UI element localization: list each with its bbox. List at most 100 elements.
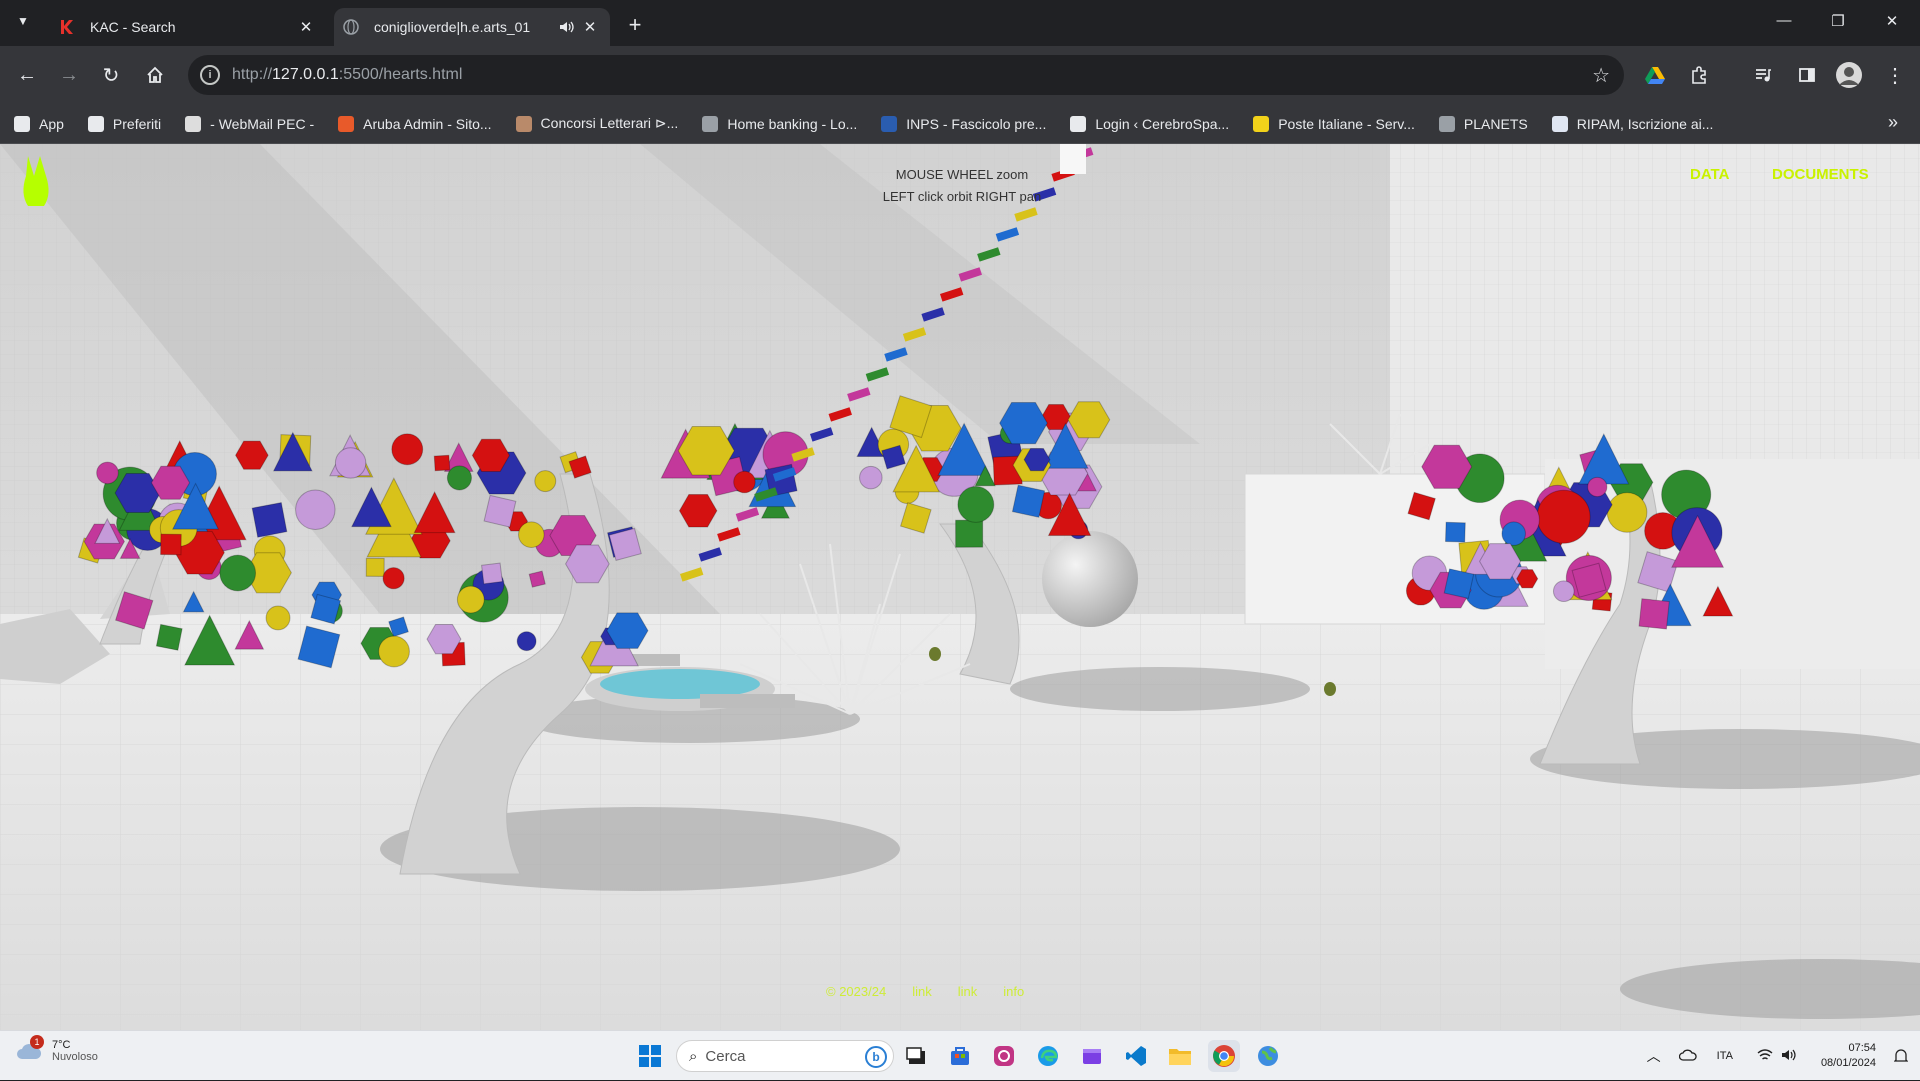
fruit-shape [955, 519, 984, 548]
bookmark-label: Login ‹ CerebroSpa... [1095, 115, 1230, 132]
help-orbit-pan: LEFT click orbit RIGHT pan [882, 189, 1042, 204]
pillar [1060, 144, 1086, 174]
file-explorer-icon[interactable] [1164, 1040, 1196, 1072]
fruit-shape [534, 470, 557, 493]
bookmark-star-icon[interactable]: ☆ [1592, 63, 1610, 88]
bookmark-item[interactable]: Poste Italiane - Serv... [1253, 115, 1415, 132]
url-text[interactable]: http://127.0.0.1:5500/hearts.html [232, 66, 462, 84]
url-scheme: http:// [232, 66, 273, 83]
url-path: :5500/hearts.html [338, 66, 463, 83]
fruit-shape [265, 605, 291, 631]
start-icon[interactable] [634, 1040, 666, 1072]
bookmark-label: Poste Italiane - Serv... [1278, 115, 1415, 132]
fruit-shape [483, 494, 517, 528]
browser-toolbar: ← → ↻ i http://127.0.0.1:5500/hearts.htm… [0, 46, 1920, 104]
wordpress-icon [1070, 115, 1087, 132]
clipchamp-icon[interactable] [1076, 1040, 1108, 1072]
close-tab-icon[interactable]: ✕ [296, 17, 316, 37]
more-bookmarks-chevron-icon[interactable]: » [1888, 112, 1898, 133]
bench [700, 694, 795, 708]
bookmark-item[interactable]: Home banking - Lo... [702, 115, 857, 132]
onedrive-cloud-icon[interactable] [1678, 1049, 1697, 1064]
bookmark-item[interactable]: PLANETS [1438, 115, 1528, 132]
tab-search-chevron-icon[interactable]: ▼ [14, 14, 32, 32]
doc-icon [1551, 115, 1568, 132]
bookmark-label: App [39, 115, 64, 132]
chrome-icon[interactable] [1208, 1040, 1240, 1072]
site-info-icon[interactable]: i [200, 65, 220, 85]
bookmark-item[interactable]: INPS - Fascicolo pre... [881, 115, 1047, 132]
bookmark-item[interactable]: - WebMail PEC - [185, 115, 314, 132]
google-drive-icon[interactable] [1640, 60, 1670, 90]
bookmark-item[interactable]: Preferiti [87, 115, 161, 132]
nav-data-link[interactable]: DATA [1690, 166, 1729, 183]
tab-kac-search[interactable]: KAC - Search ✕ [50, 8, 326, 46]
forward-arrow-icon[interactable]: → [54, 60, 84, 90]
restore-icon[interactable]: ❐ [1826, 12, 1850, 34]
footer-copyright[interactable]: © 2023/24 [826, 984, 886, 999]
cloud-icon: 1 [16, 1035, 44, 1061]
fruit-shape [382, 567, 405, 590]
fruit-shape [378, 635, 410, 668]
windows-taskbar: 1 7°C Nuvoloso ⌕ Cerca b ︿ ITA 07:54 08/… [0, 1030, 1920, 1080]
footer-link[interactable]: link [912, 984, 932, 999]
bookmark-label: PLANETS [1463, 115, 1528, 132]
webgl-scene[interactable]: MOUSE WHEEL zoom LEFT click orbit RIGHT … [0, 144, 1920, 1030]
bookmark-item[interactable]: App [14, 115, 64, 132]
clock-time: 07:54 [1848, 1042, 1876, 1054]
edge-icon[interactable] [1032, 1040, 1064, 1072]
bookmark-label: INPS - Fascicolo pre... [906, 115, 1047, 132]
speaker-icon[interactable] [556, 17, 576, 37]
bookmarks-bar: App Preferiti - WebMail PEC - Aruba Admin -… [0, 104, 1920, 144]
globe-icon [1438, 115, 1455, 132]
back-arrow-icon[interactable]: ← [12, 60, 42, 90]
weather-widget[interactable]: 1 7°C Nuvoloso [16, 1035, 98, 1063]
language-indicator[interactable]: ITA [1717, 1050, 1733, 1062]
nav-documents-link[interactable]: DOCUMENTS [1772, 166, 1869, 183]
3d-garden-render[interactable] [0, 144, 1920, 1030]
notifications-bell-icon[interactable] [1893, 1048, 1909, 1067]
page-footer-links: © 2023/24 link link info [826, 984, 1024, 999]
footer-info[interactable]: info [1003, 984, 1024, 999]
kebab-menu-icon[interactable]: ⋮ [1880, 60, 1910, 90]
clock[interactable]: 07:54 08/01/2024 [1821, 1041, 1876, 1071]
bookmark-item[interactable]: Login ‹ CerebroSpa... [1070, 115, 1230, 132]
task-view-icon[interactable] [900, 1040, 932, 1072]
address-bar[interactable]: i http://127.0.0.1:5500/hearts.html ☆ [188, 55, 1624, 95]
bookmark-item[interactable]: RIPAM, Iscrizione ai... [1551, 115, 1713, 132]
fruit-shape [334, 447, 367, 479]
vscode-icon[interactable] [1120, 1040, 1152, 1072]
new-tab-plus-icon[interactable]: + [624, 12, 646, 38]
white-sphere [1042, 531, 1138, 627]
reload-icon[interactable]: ↻ [96, 60, 126, 90]
fruit-shape [957, 486, 995, 523]
tab-title: KAC - Search [90, 19, 176, 35]
footer-link[interactable]: link [958, 984, 978, 999]
media-controls-icon[interactable] [1748, 60, 1778, 90]
inps-icon [881, 115, 898, 132]
instagram-icon[interactable] [988, 1040, 1020, 1072]
wifi-icon[interactable] [1757, 1048, 1773, 1065]
taskbar-search[interactable]: ⌕ Cerca b [676, 1040, 894, 1072]
folder-icon [87, 115, 104, 132]
extensions-puzzle-icon[interactable] [1684, 60, 1714, 90]
earth-icon[interactable] [1252, 1040, 1284, 1072]
fruit-shape [1501, 521, 1526, 546]
bing-icon[interactable]: b [865, 1046, 887, 1068]
tab-hearts[interactable]: coniglioverde|h.e.arts_01 ✕ [334, 8, 610, 46]
side-panel-icon[interactable] [1792, 60, 1822, 90]
tab-title: coniglioverde|h.e.arts_01 [374, 19, 531, 35]
chevron-up-icon[interactable]: ︿ [1647, 1046, 1661, 1066]
notification-badge: 1 [30, 1035, 44, 1049]
close-tab-icon[interactable]: ✕ [580, 17, 600, 37]
bookmark-item[interactable]: Concorsi Letterari ⊳... [515, 115, 678, 132]
profile-avatar[interactable] [1834, 60, 1864, 90]
close-window-icon[interactable]: ✕ [1880, 12, 1904, 34]
store-icon[interactable] [944, 1040, 976, 1072]
apps-grid-icon [14, 115, 30, 132]
minimize-icon[interactable]: — [1772, 12, 1796, 34]
home-icon[interactable] [140, 60, 170, 90]
fruit-shape [96, 461, 119, 485]
volume-icon[interactable] [1781, 1048, 1797, 1065]
bookmark-item[interactable]: Aruba Admin - Sito... [338, 115, 492, 132]
